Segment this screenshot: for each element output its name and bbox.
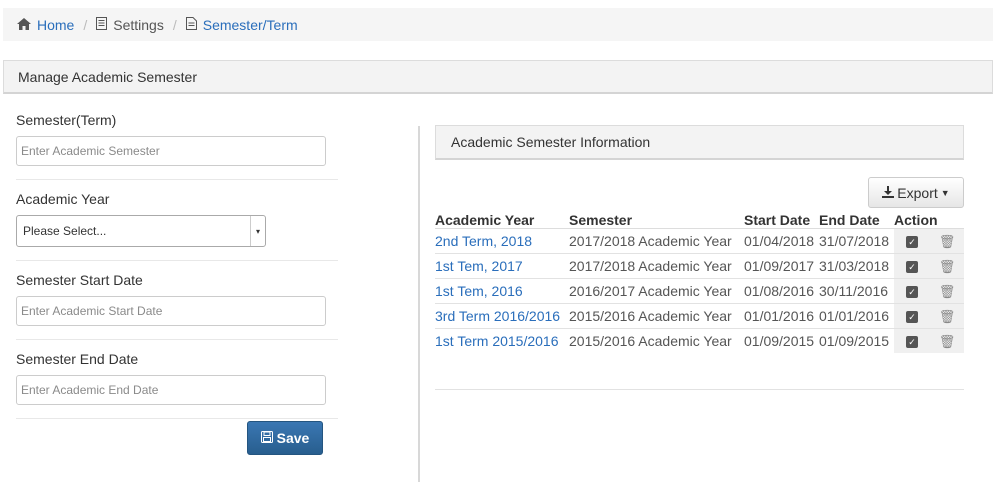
delete-action[interactable]: 🗑 xyxy=(930,228,964,254)
checkbox-icon[interactable]: ✓ xyxy=(906,236,918,249)
breadcrumb: Home / Settings / Semester/Term xyxy=(3,8,993,41)
end-date-cell: 31/03/2018 xyxy=(819,253,894,279)
breadcrumb-current-label[interactable]: Semester/Term xyxy=(203,17,298,33)
semester-form: Semester(Term) Academic Year Please Sele… xyxy=(16,112,338,430)
academic-year-link[interactable]: 2nd Term, 2018 xyxy=(435,228,569,254)
academic-year-link[interactable]: 1st Tem, 2017 xyxy=(435,253,569,279)
start-date-cell: 01/09/2017 xyxy=(744,253,819,279)
semester-cell: 2015/2016 Academic Year xyxy=(569,303,744,329)
column-header-action: Action xyxy=(894,208,964,229)
save-button-label: Save xyxy=(276,430,310,446)
semester-cell: 2016/2017 Academic Year xyxy=(569,278,744,304)
semester-label: Semester(Term) xyxy=(16,112,117,128)
end-date-cell: 01/09/2015 xyxy=(819,328,894,353)
panel-heading: Manage Academic Semester xyxy=(3,60,993,94)
form-divider xyxy=(16,418,338,419)
end-date-cell: 01/01/2016 xyxy=(819,303,894,329)
document-icon xyxy=(185,16,197,33)
delete-action[interactable]: 🗑 xyxy=(930,328,964,353)
edit-action[interactable]: ✓ xyxy=(894,303,930,329)
start-date-input[interactable] xyxy=(16,296,326,326)
breadcrumb-current[interactable]: Semester/Term xyxy=(185,16,298,33)
checkbox-icon[interactable]: ✓ xyxy=(906,286,918,299)
table-row: 1st Tem, 2016 2016/2017 Academic Year 01… xyxy=(435,278,964,304)
column-header-academic-year[interactable]: Academic Year xyxy=(435,208,569,229)
semester-input[interactable] xyxy=(16,136,326,166)
table-header-row: Academic Year Semester Start Date End Da… xyxy=(435,208,964,229)
trash-icon[interactable]: 🗑 xyxy=(939,334,956,349)
end-date-cell: 30/11/2016 xyxy=(819,278,894,304)
academic-year-label: Academic Year xyxy=(16,191,110,207)
academic-year-link[interactable]: 1st Tem, 2016 xyxy=(435,278,569,304)
table-row: 3rd Term 2016/2016 2015/2016 Academic Ye… xyxy=(435,303,964,329)
caret-down-icon: ▼ xyxy=(940,187,950,198)
table-row: 1st Tem, 2017 2017/2018 Academic Year 01… xyxy=(435,253,964,279)
start-date-label: Semester Start Date xyxy=(16,272,143,288)
floppy-icon xyxy=(260,430,273,446)
column-header-end-date[interactable]: End Date xyxy=(819,208,894,229)
end-date-input[interactable] xyxy=(16,375,326,405)
end-date-cell: 31/07/2018 xyxy=(819,228,894,254)
table-row: 2nd Term, 2018 2017/2018 Academic Year 0… xyxy=(435,228,964,254)
breadcrumb-settings[interactable]: Settings xyxy=(96,16,164,33)
delete-action[interactable]: 🗑 xyxy=(930,253,964,279)
semester-cell: 2017/2018 Academic Year xyxy=(569,228,744,254)
home-icon xyxy=(17,17,31,33)
edit-action[interactable]: ✓ xyxy=(894,228,930,254)
end-date-label: Semester End Date xyxy=(16,351,139,367)
start-date-cell: 01/01/2016 xyxy=(744,303,819,329)
delete-action[interactable]: 🗑 xyxy=(930,278,964,304)
save-button[interactable]: Save xyxy=(247,421,323,455)
start-date-cell: 01/04/2018 xyxy=(744,228,819,254)
semester-cell: 2015/2016 Academic Year xyxy=(569,328,744,353)
breadcrumb-home-label[interactable]: Home xyxy=(37,17,74,33)
breadcrumb-settings-label[interactable]: Settings xyxy=(113,17,164,33)
table-row: 1st Term 2015/2016 2015/2016 Academic Ye… xyxy=(435,328,964,353)
academic-year-link[interactable]: 3rd Term 2016/2016 xyxy=(435,303,569,329)
semester-cell: 2017/2018 Academic Year xyxy=(569,253,744,279)
semester-table: Academic Year Semester Start Date End Da… xyxy=(435,208,964,353)
breadcrumb-home[interactable]: Home xyxy=(17,17,74,33)
academic-year-selected: Please Select... xyxy=(23,224,107,238)
info-panel-heading: Academic Semester Information xyxy=(435,125,964,160)
checkbox-icon[interactable]: ✓ xyxy=(906,311,918,324)
form-divider xyxy=(16,339,338,340)
breadcrumb-separator: / xyxy=(172,16,177,33)
column-divider xyxy=(418,126,420,482)
checkbox-icon[interactable]: ✓ xyxy=(906,261,918,274)
trash-icon[interactable]: 🗑 xyxy=(939,234,956,249)
breadcrumb-separator: / xyxy=(83,16,88,33)
edit-action[interactable]: ✓ xyxy=(894,278,930,304)
edit-action[interactable]: ✓ xyxy=(894,328,930,353)
column-header-start-date[interactable]: Start Date xyxy=(744,208,819,229)
info-panel-title: Academic Semester Information xyxy=(451,134,651,150)
document-icon xyxy=(96,16,108,33)
delete-action[interactable]: 🗑 xyxy=(930,303,964,329)
edit-action[interactable]: ✓ xyxy=(894,253,930,279)
trash-icon[interactable]: 🗑 xyxy=(939,284,956,299)
academic-year-select[interactable]: Please Select... ▾ xyxy=(16,215,266,247)
export-button[interactable]: Export ▼ xyxy=(868,177,964,208)
download-icon xyxy=(882,185,895,201)
start-date-cell: 01/09/2015 xyxy=(744,328,819,353)
form-divider xyxy=(16,260,338,261)
export-button-label: Export xyxy=(897,184,938,201)
table-footer-divider xyxy=(435,389,964,390)
form-divider xyxy=(16,179,338,180)
start-date-cell: 01/08/2016 xyxy=(744,278,819,304)
trash-icon[interactable]: 🗑 xyxy=(939,259,956,274)
column-header-semester[interactable]: Semester xyxy=(569,208,744,229)
academic-year-link[interactable]: 1st Term 2015/2016 xyxy=(435,328,569,353)
chevron-down-icon: ▾ xyxy=(250,216,265,246)
trash-icon[interactable]: 🗑 xyxy=(939,309,956,324)
checkbox-icon[interactable]: ✓ xyxy=(906,336,918,349)
panel-title: Manage Academic Semester xyxy=(18,68,197,85)
